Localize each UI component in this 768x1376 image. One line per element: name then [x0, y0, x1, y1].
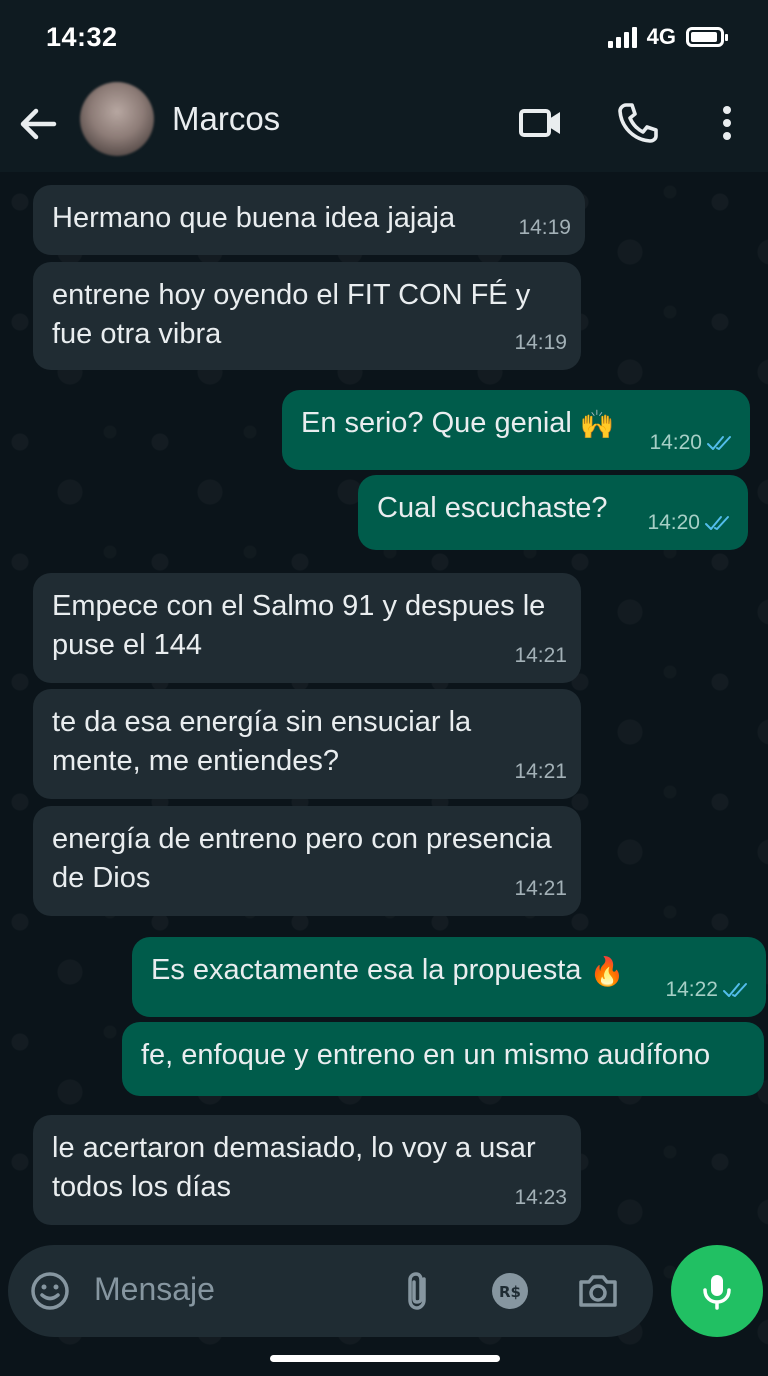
read-receipt-icon	[723, 982, 747, 997]
message-meta: 14:21	[514, 869, 567, 908]
home-indicator[interactable]	[270, 1355, 500, 1362]
svg-text:R$: R$	[499, 1283, 521, 1301]
message-meta: 14:23	[514, 1178, 567, 1217]
message-meta: 14:19	[514, 323, 567, 362]
video-call-icon[interactable]	[516, 98, 566, 148]
message-meta: 14:21	[514, 752, 567, 791]
message-text: Cual escuchaste?	[377, 492, 608, 524]
message-time: 14:22	[665, 978, 718, 1001]
payment-icon[interactable]: R$	[486, 1267, 534, 1315]
message-meta: 14:19	[518, 208, 571, 247]
message-text: fe, enfoque y entreno en un mismo audífo…	[141, 1039, 711, 1071]
message-composer: Mensaje R$	[8, 1245, 653, 1337]
network-type: 4G	[646, 24, 676, 49]
message-outgoing[interactable]: Cual escuchaste? 14:20	[358, 475, 748, 550]
message-text: te da esa energía sin ensuciar la mente,…	[52, 706, 472, 777]
read-receipt-icon	[707, 435, 731, 450]
raising-hands-emoji: 🙌	[579, 408, 615, 440]
contact-name[interactable]: Marcos	[172, 100, 280, 138]
message-text: Es exactamente esa la propuesta	[151, 954, 582, 986]
message-incoming[interactable]: Empece con el Salmo 91 y despues le puse…	[33, 573, 581, 683]
message-text: Hermano que buena idea jajaja	[52, 202, 456, 234]
back-arrow-icon[interactable]	[14, 100, 62, 148]
message-text: entrene hoy oyendo el FIT CON FÉ y fue o…	[52, 279, 531, 350]
signal-icon	[607, 26, 637, 48]
voice-message-button[interactable]	[671, 1245, 763, 1337]
message-meta: 14:21	[514, 636, 567, 675]
message-meta: 14:20	[647, 503, 734, 542]
message-meta: 14:20	[649, 423, 736, 462]
fire-emoji: 🔥	[589, 955, 625, 987]
message-incoming[interactable]: le acertaron demasiado, lo voy a usar to…	[33, 1115, 581, 1225]
attachment-icon[interactable]	[394, 1267, 442, 1315]
microphone-icon	[703, 1275, 731, 1310]
message-text: Empece con el Salmo 91 y despues le puse…	[52, 590, 546, 661]
chat-area[interactable]: Hermano que buena idea jajaja 14:19 entr…	[0, 172, 768, 1376]
chat-header: Marcos	[0, 78, 768, 173]
message-meta: 14:22	[665, 970, 752, 1009]
message-time: 14:19	[514, 331, 567, 354]
emoji-icon[interactable]	[26, 1267, 74, 1315]
message-input[interactable]: Mensaje	[94, 1271, 215, 1308]
message-incoming[interactable]: Hermano que buena idea jajaja 14:19	[33, 185, 585, 255]
message-time: 14:23	[514, 1186, 567, 1209]
message-text: energía de entreno pero con presencia de…	[52, 823, 552, 894]
message-outgoing[interactable]: fe, enfoque y entreno en un mismo audífo…	[122, 1022, 764, 1096]
message-time: 14:21	[514, 760, 567, 783]
message-time: 14:21	[514, 644, 567, 667]
message-incoming[interactable]: te da esa energía sin ensuciar la mente,…	[33, 689, 581, 799]
message-incoming[interactable]: entrene hoy oyendo el FIT CON FÉ y fue o…	[33, 262, 581, 370]
message-outgoing[interactable]: Es exactamente esa la propuesta 🔥 14:22	[132, 937, 766, 1017]
message-time: 14:20	[649, 431, 702, 454]
read-receipt-icon	[705, 515, 729, 530]
message-text: En serio? Que genial	[301, 407, 572, 439]
message-time: 14:19	[518, 216, 571, 239]
avatar[interactable]	[80, 82, 154, 156]
phone-call-icon[interactable]	[612, 98, 662, 148]
status-indicators: 4G	[607, 24, 728, 50]
status-bar: 14:32 4G	[0, 0, 768, 78]
message-time: 14:21	[514, 877, 567, 900]
message-incoming[interactable]: energía de entreno pero con presencia de…	[33, 806, 581, 916]
camera-icon[interactable]	[574, 1267, 622, 1315]
battery-icon	[686, 27, 728, 47]
more-options-icon[interactable]	[704, 98, 754, 148]
message-text: le acertaron demasiado, lo voy a usar to…	[52, 1132, 536, 1203]
message-outgoing[interactable]: En serio? Que genial 🙌 14:20	[282, 390, 750, 470]
status-time: 14:32	[46, 22, 118, 52]
message-time: 14:20	[647, 511, 700, 534]
